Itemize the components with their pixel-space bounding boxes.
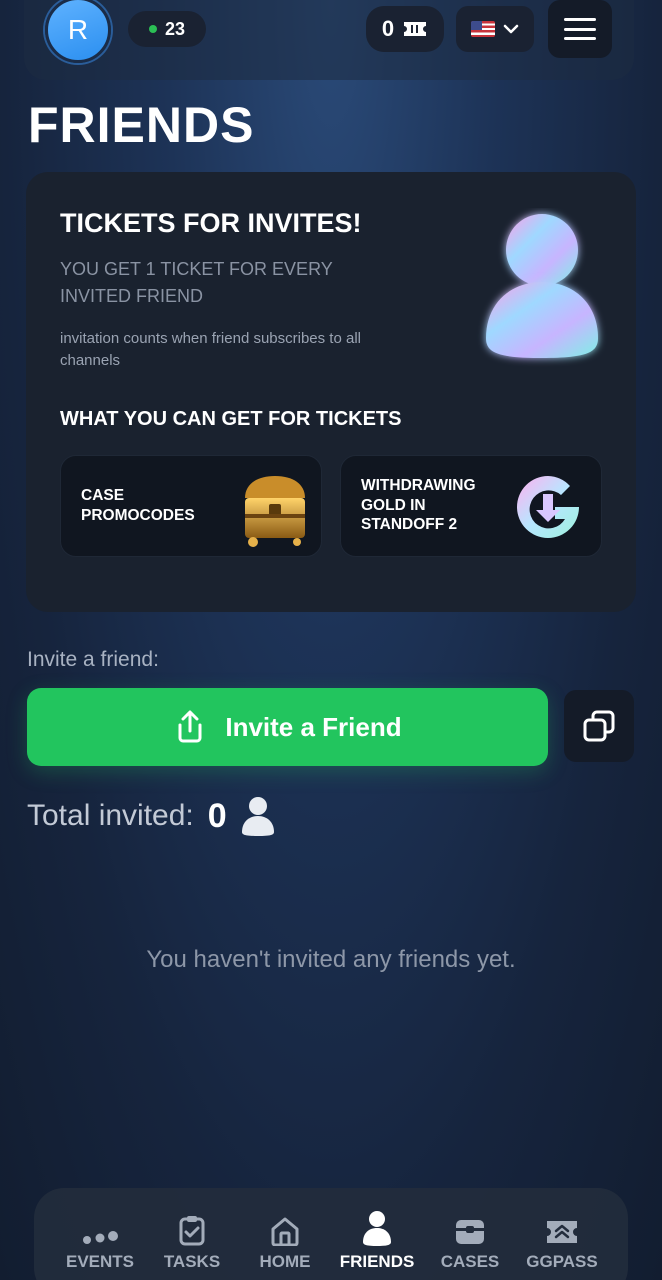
bottom-nav: EVENTS TASKS HOME FRIENDS CASES GGPASS [34, 1188, 628, 1280]
invite-button-label: Invite a Friend [225, 711, 402, 742]
reward-withdraw-gold[interactable]: WITHDRAWING GOLD IN STANDOFF 2 [340, 455, 602, 557]
share-icon [178, 710, 202, 743]
rewards-heading: WHAT YOU CAN GET FOR TICKETS [60, 408, 402, 430]
promo-note: invitation counts when friend subscribes… [60, 330, 361, 369]
copy-link-button[interactable] [564, 690, 634, 762]
copy-icon [583, 710, 615, 742]
hamburger-icon [564, 18, 596, 40]
nav-ggpass[interactable]: GGPASS [516, 1210, 608, 1272]
promo-title: TICKETS FOR INVITES! [60, 208, 362, 238]
us-flag-icon [471, 21, 495, 37]
avatar[interactable]: R [45, 0, 111, 63]
total-invited-count: 0 [207, 796, 227, 835]
online-dot-icon [148, 25, 157, 33]
home-icon [271, 1217, 299, 1246]
case-icon [456, 1220, 484, 1244]
menu-button[interactable] [548, 0, 612, 58]
nav-label: TASKS [163, 1252, 221, 1271]
ticket-icon [404, 22, 427, 36]
nav-label: GGPASS [526, 1252, 598, 1271]
holographic-user-icon [486, 214, 598, 358]
nav-friends[interactable]: FRIENDS [331, 1210, 423, 1272]
ggpass-ticket-icon [547, 1221, 577, 1243]
online-counter: 23 [128, 11, 206, 47]
tickets-promo-card: TICKETS FOR INVITES! YOU GET 1 TICKET FO… [26, 172, 636, 612]
invite-label: Invite a friend: [27, 648, 159, 671]
top-bar [24, 0, 634, 80]
language-selector[interactable] [456, 6, 534, 52]
dots-icon [83, 1231, 118, 1244]
invite-friend-button[interactable]: Invite a Friend [27, 688, 548, 766]
page-title: FRIENDS [28, 97, 255, 153]
total-invited: Total invited: 0 [27, 796, 275, 836]
gold-coin-g-icon [517, 476, 579, 538]
promo-subtitle: YOU GET 1 TICKET FOR EVERY INVITED FRIEN… [60, 259, 333, 306]
reward-label: CASE PROMOCODES [81, 487, 195, 524]
total-invited-label: Total invited: [27, 799, 194, 832]
nav-label: HOME [259, 1252, 311, 1271]
nav-label: FRIENDS [339, 1252, 415, 1271]
tickets-count: 0 [381, 16, 395, 41]
user-icon [241, 797, 274, 836]
chevron-down-icon [503, 24, 519, 34]
avatar-letter: R [67, 14, 89, 45]
reward-case-promocodes[interactable]: CASE PROMOCODES [60, 455, 322, 557]
reward-label: WITHDRAWING GOLD IN STANDOFF 2 [361, 477, 476, 533]
nav-tasks[interactable]: TASKS [146, 1210, 238, 1272]
nav-label: EVENTS [65, 1252, 135, 1271]
nav-cases[interactable]: CASES [424, 1210, 516, 1272]
user-icon [363, 1211, 391, 1246]
clipboard-check-icon [179, 1216, 205, 1246]
empty-friends-message: You haven't invited any friends yet. [146, 946, 516, 973]
nav-events[interactable]: EVENTS [54, 1210, 146, 1272]
treasure-chest-icon [245, 476, 305, 547]
nav-home[interactable]: HOME [239, 1210, 331, 1272]
nav-label: CASES [440, 1252, 500, 1271]
tickets-balance[interactable]: 0 [366, 6, 444, 52]
online-count: 23 [164, 18, 186, 39]
